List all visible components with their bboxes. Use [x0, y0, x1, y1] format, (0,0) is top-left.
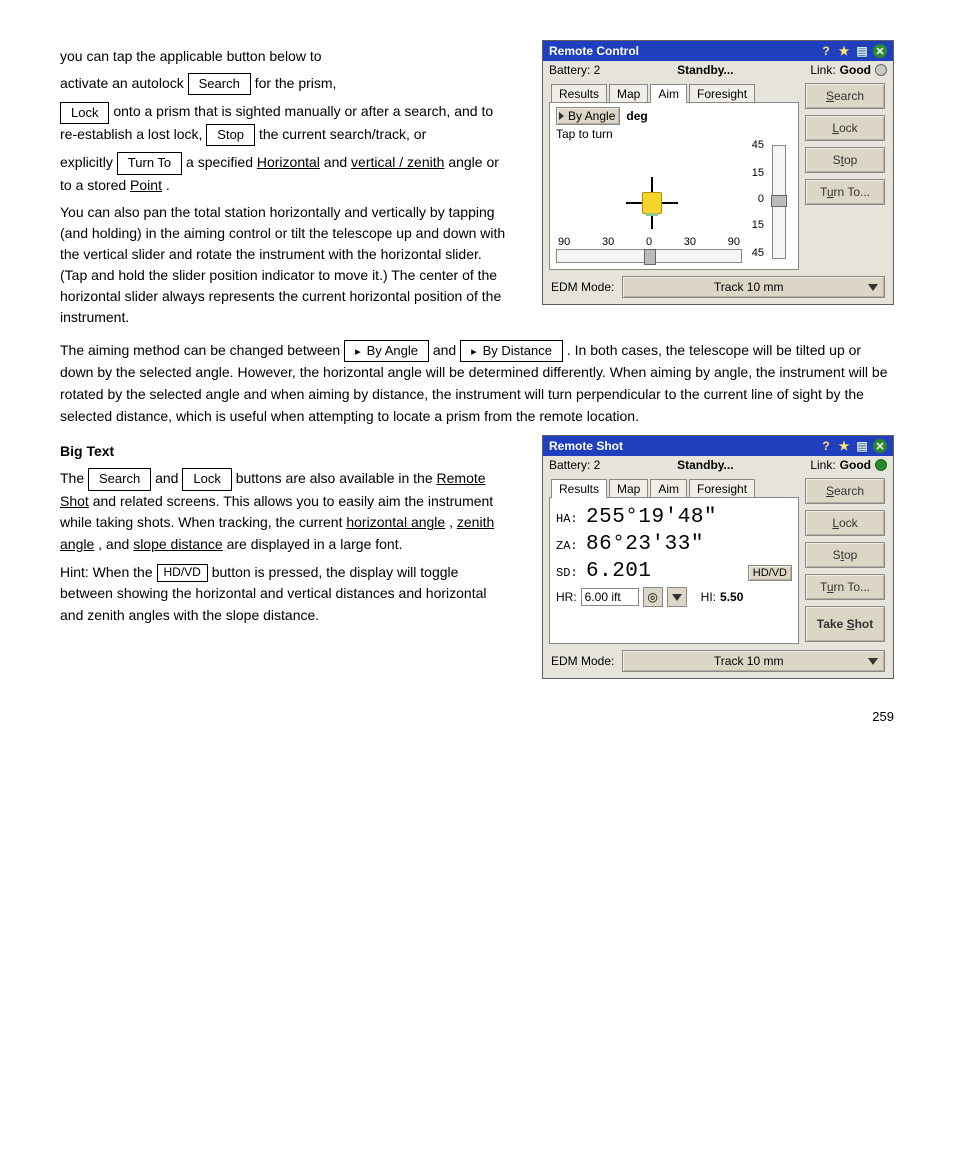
page-number: 259: [60, 709, 894, 724]
status-text: Standby...: [677, 458, 733, 472]
edm-label: EDM Mode:: [551, 280, 614, 294]
edm-mode-value: Track 10 mm: [629, 654, 868, 668]
crosshair-icon: [626, 177, 678, 229]
text: Hint: When the HD/VD button is pressed, …: [60, 562, 512, 627]
aim-method-dropdown[interactable]: By Angle: [556, 107, 620, 125]
tab-aim[interactable]: Aim: [650, 84, 687, 103]
chevron-down-icon: [868, 284, 878, 291]
options-icon[interactable]: ▤: [855, 44, 869, 58]
vslider-thumb[interactable]: [771, 195, 787, 207]
link-value: Good: [840, 63, 871, 77]
text: The aiming method can be changed between…: [60, 340, 894, 428]
edm-label: EDM Mode:: [551, 654, 614, 668]
za-label: ZA:: [556, 539, 580, 553]
edm-mode-dropdown[interactable]: Track 10 mm: [622, 276, 885, 298]
titlebar: Remote Shot ? ★ ▤ ✕: [543, 436, 893, 456]
text: Lock onto a prism that is sighted manual…: [60, 101, 512, 146]
tab-results[interactable]: Results: [551, 479, 607, 498]
hdvd-button-ref: HD/VD: [157, 564, 208, 581]
vertical-slider[interactable]: 45 15 0 15 45: [746, 141, 790, 261]
text: The Search and Lock buttons are also ava…: [60, 468, 512, 556]
by-angle-button-ref: By Angle: [344, 340, 429, 362]
window-title: Remote Shot: [549, 439, 623, 453]
hr-dropdown[interactable]: [667, 587, 687, 607]
link-indicator-icon: [875, 64, 887, 76]
chevron-down-icon: [672, 594, 682, 601]
take-shot-button[interactable]: Take Shot: [805, 606, 885, 642]
help-icon[interactable]: ?: [819, 439, 833, 453]
close-icon[interactable]: ✕: [873, 439, 887, 453]
tab-results[interactable]: Results: [551, 84, 607, 103]
status-text: Standby...: [677, 63, 733, 77]
by-distance-button-ref: By Distance: [460, 340, 563, 362]
stop-button[interactable]: Stop: [805, 542, 885, 568]
star-icon[interactable]: ★: [837, 44, 851, 58]
instrument-icon: [642, 192, 662, 214]
lock-button[interactable]: Lock: [805, 115, 885, 141]
hr-label: HR:: [556, 590, 577, 604]
hdvd-button[interactable]: HD/VD: [748, 565, 792, 581]
aim-pane: By Angle deg Tap to turn 45: [549, 102, 799, 270]
search-button[interactable]: Search: [805, 83, 885, 109]
turnto-button-ref: Turn To: [117, 152, 182, 174]
tab-foresight[interactable]: Foresight: [689, 479, 755, 498]
unit-label: deg: [626, 109, 647, 123]
hi-value: 5.50: [720, 590, 743, 604]
help-icon[interactable]: ?: [819, 44, 833, 58]
text: You can also pan the total station horiz…: [60, 202, 512, 328]
stop-button-ref: Stop: [206, 124, 255, 146]
text: activate an autolock Search for the pris…: [60, 73, 512, 95]
link-label: Link:: [810, 63, 835, 77]
edm-mode-value: Track 10 mm: [629, 280, 868, 294]
lock-button-ref: Lock: [60, 102, 109, 124]
tab-map[interactable]: Map: [609, 84, 648, 103]
hslider-thumb[interactable]: [644, 249, 656, 265]
chevron-right-icon: [559, 112, 564, 120]
turnto-button[interactable]: Turn To...: [805, 574, 885, 600]
big-text-heading: Big Text: [60, 441, 512, 462]
hi-label: HI:: [701, 590, 716, 604]
search-button[interactable]: Search: [805, 478, 885, 504]
status-bar: Battery: 2 Standby... Link: Good: [543, 61, 893, 79]
sd-value: 6.201: [586, 560, 652, 583]
status-bar: Battery: 2 Standby... Link: Good: [543, 456, 893, 474]
tabs: Results Map Aim Foresight: [551, 478, 799, 497]
text: you can tap the applicable button below …: [60, 46, 512, 67]
options-icon[interactable]: ▤: [855, 439, 869, 453]
hr-input[interactable]: 6.00 ift: [581, 588, 639, 606]
ha-value: 255°19'48": [586, 506, 717, 529]
search-button-ref: Search: [188, 73, 251, 95]
remote-control-window: Remote Control ? ★ ▤ ✕ Battery: 2 Standb…: [542, 40, 894, 305]
lock-button[interactable]: Lock: [805, 510, 885, 536]
turnto-button[interactable]: Turn To...: [805, 179, 885, 205]
titlebar: Remote Control ? ★ ▤ ✕: [543, 41, 893, 61]
sd-label: SD:: [556, 566, 580, 580]
edm-mode-dropdown[interactable]: Track 10 mm: [622, 650, 885, 672]
tab-map[interactable]: Map: [609, 479, 648, 498]
link-label: Link:: [810, 458, 835, 472]
aim-method-value: By Angle: [568, 109, 615, 123]
tab-aim[interactable]: Aim: [650, 479, 687, 498]
chevron-down-icon: [868, 658, 878, 665]
battery-label: Battery: 2: [549, 458, 600, 472]
aim-control[interactable]: 45 15 0 15 45 90 30: [556, 143, 792, 263]
close-icon[interactable]: ✕: [873, 44, 887, 58]
lock-button-ref2: Lock: [182, 468, 231, 490]
link-value: Good: [840, 458, 871, 472]
results-pane: HA: 255°19'48" ZA: 86°23'33" SD: 6.201 H…: [549, 497, 799, 644]
tab-foresight[interactable]: Foresight: [689, 84, 755, 103]
tabs: Results Map Aim Foresight: [551, 83, 799, 102]
target-icon[interactable]: ◎: [643, 587, 663, 607]
search-button-ref2: Search: [88, 468, 151, 490]
ha-label: HA:: [556, 512, 580, 526]
link-indicator-icon: [875, 459, 887, 471]
window-title: Remote Control: [549, 44, 639, 58]
stop-button[interactable]: Stop: [805, 147, 885, 173]
remote-shot-window: Remote Shot ? ★ ▤ ✕ Battery: 2 Standby..…: [542, 435, 894, 679]
horizontal-slider[interactable]: 90 30 0 30 90: [556, 236, 742, 263]
za-value: 86°23'33": [586, 533, 704, 556]
star-icon[interactable]: ★: [837, 439, 851, 453]
battery-label: Battery: 2: [549, 63, 600, 77]
text: explicitly Turn To a specified Horizonta…: [60, 152, 512, 195]
